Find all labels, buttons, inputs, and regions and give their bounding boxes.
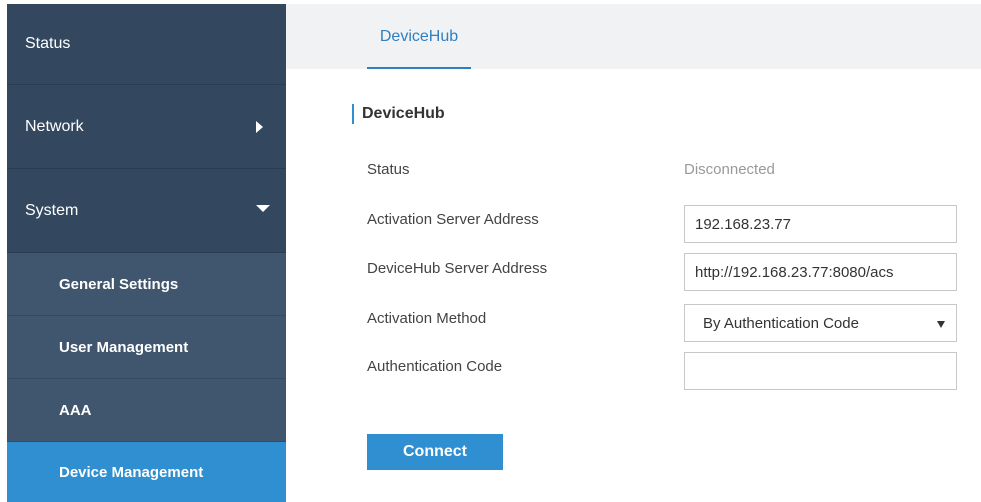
tab-devicehub[interactable]: DeviceHub (367, 4, 471, 69)
sidebar-item-aaa[interactable]: AAA (7, 379, 286, 442)
caret-down-icon (937, 321, 945, 328)
sidebar-item-label: General Settings (59, 275, 179, 293)
status-label: Status (367, 161, 410, 178)
connect-button[interactable]: Connect (367, 434, 503, 470)
sidebar-item-general-settings[interactable]: General Settings (7, 253, 286, 316)
sidebar-item-status[interactable]: Status (7, 4, 286, 85)
devicehub-server-address-label: DeviceHub Server Address (367, 260, 548, 277)
section-title: DeviceHub (352, 104, 445, 124)
authentication-code-label: Authentication Code (367, 358, 503, 375)
tab-label: DeviceHub (379, 27, 459, 45)
activation-method-label: Activation Method (367, 310, 487, 327)
page: Status Network System General Settings U… (0, 0, 981, 502)
sidebar-item-label: Network (25, 117, 84, 135)
chevron-down-icon (256, 204, 270, 212)
activation-server-address-input[interactable] (684, 205, 957, 243)
tab-bar: DeviceHub (286, 4, 981, 69)
tab-selected-indicator (367, 67, 471, 69)
sidebar-item-label: AAA (59, 401, 92, 419)
activation-method-select[interactable]: By Authentication Code (684, 304, 957, 342)
sidebar-item-label: User Management (59, 338, 189, 356)
sidebar-item-system[interactable]: System (7, 169, 286, 253)
devicehub-server-address-input[interactable] (684, 253, 957, 291)
sidebar-item-label: System (25, 201, 79, 219)
sidebar: Status Network System General Settings U… (7, 4, 286, 502)
activation-server-address-label: Activation Server Address (367, 211, 539, 228)
sidebar-item-label: Device Management (59, 463, 204, 481)
activation-method-value: By Authentication Code (703, 314, 859, 332)
sidebar-item-device-management[interactable]: Device Management (7, 442, 286, 502)
sidebar-item-label: Status (25, 35, 71, 52)
status-value: Disconnected (684, 161, 775, 178)
sidebar-item-network[interactable]: Network (7, 85, 286, 169)
sidebar-item-user-management[interactable]: User Management (7, 316, 286, 379)
chevron-right-icon (256, 120, 263, 133)
authentication-code-input[interactable] (684, 352, 957, 390)
